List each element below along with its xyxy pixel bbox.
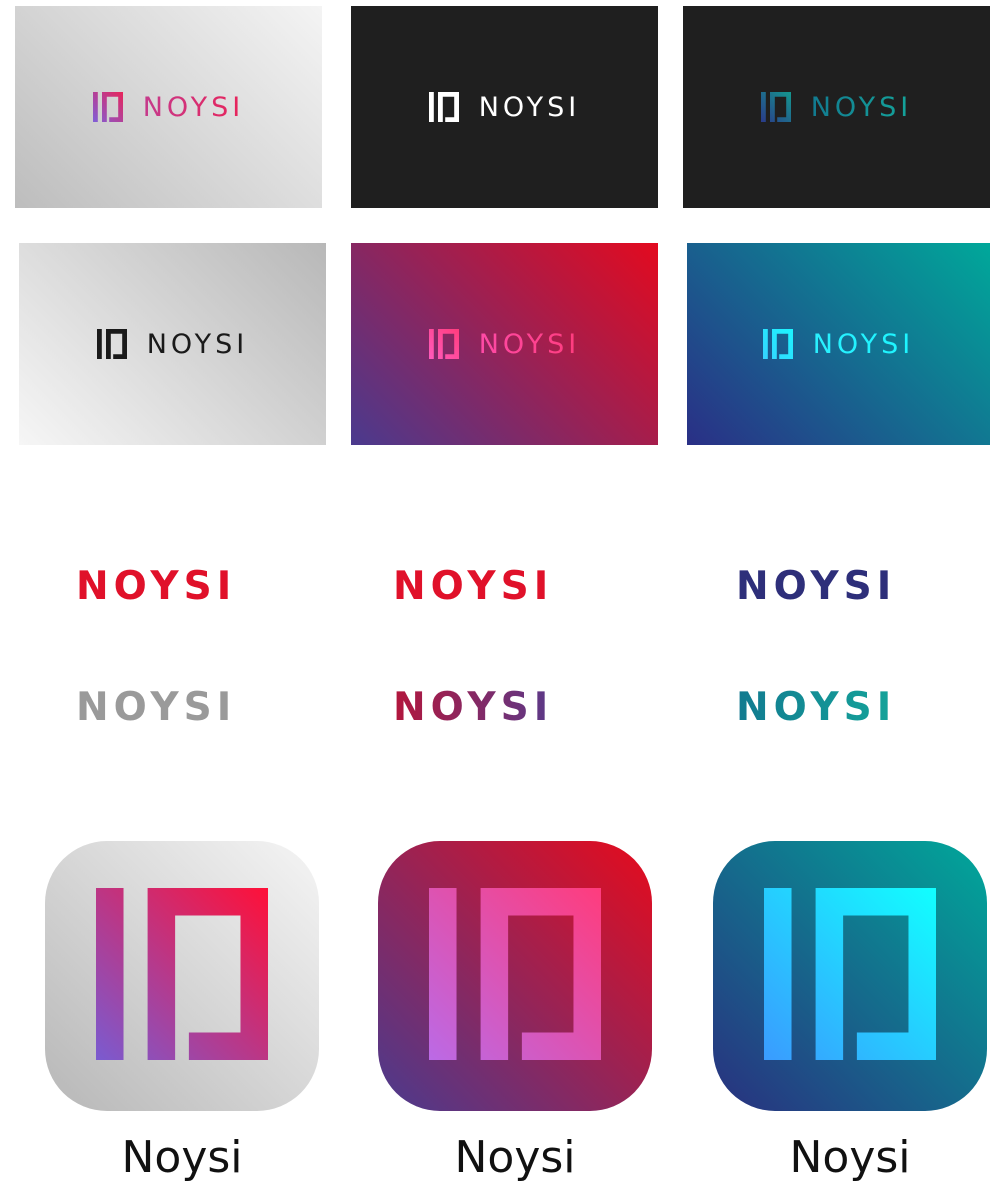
app-name-label: Noysi (789, 1132, 911, 1183)
app-name-label: Noysi (454, 1132, 576, 1183)
noysi-n-icon (428, 329, 479, 359)
app-icon (45, 841, 319, 1111)
noysi-wordmark: NOYSI (142, 91, 245, 123)
app-name-label: Noysi (121, 1132, 243, 1183)
brand-card: NOYSI (351, 243, 658, 445)
noysi-n-icon (96, 888, 268, 1064)
brand-card: NOYSI (19, 243, 326, 445)
noysi-wordmark: NOYSI (393, 564, 554, 609)
noysi-logo: NOYSI (736, 688, 896, 727)
noysi-logo: NOYSI (96, 328, 249, 360)
noysi-wordmark: NOYSI (812, 328, 915, 360)
brand-card: NOYSI (683, 6, 990, 208)
noysi-n-icon (92, 92, 143, 122)
brand-card: NOYSI (687, 243, 990, 445)
noysi-wordmark: NOYSI (76, 685, 237, 730)
noysi-wordmark: NOYSI (76, 564, 237, 609)
noysi-wordmark: NOYSI (393, 685, 554, 730)
noysi-wordmark: NOYSI (478, 328, 581, 360)
noysi-wordmark: NOYSI (478, 91, 581, 123)
noysi-n-icon (429, 888, 601, 1064)
app-icon (378, 841, 652, 1111)
noysi-logo: NOYSI (393, 567, 553, 606)
noysi-logo: NOYSI (736, 567, 896, 606)
noysi-logo: NOYSI (393, 688, 553, 727)
noysi-logo: NOYSI (428, 328, 581, 360)
noysi-logo: NOYSI (92, 91, 245, 123)
noysi-logo: NOYSI (76, 688, 236, 727)
noysi-logo: NOYSI (760, 91, 913, 123)
noysi-logo: NOYSI (76, 567, 236, 606)
noysi-wordmark: NOYSI (146, 328, 249, 360)
noysi-logo: NOYSI (428, 91, 581, 123)
noysi-wordmark: NOYSI (736, 685, 897, 730)
brand-card: NOYSI (351, 6, 658, 208)
noysi-logo: NOYSI (762, 328, 915, 360)
noysi-wordmark: NOYSI (736, 564, 897, 609)
noysi-n-icon (760, 92, 811, 122)
noysi-n-icon (764, 888, 936, 1064)
noysi-wordmark: NOYSI (810, 91, 913, 123)
brand-card: NOYSI (15, 6, 322, 208)
noysi-n-icon (762, 329, 813, 359)
app-icon (713, 841, 987, 1111)
noysi-n-icon (96, 329, 147, 359)
noysi-n-icon (428, 92, 479, 122)
